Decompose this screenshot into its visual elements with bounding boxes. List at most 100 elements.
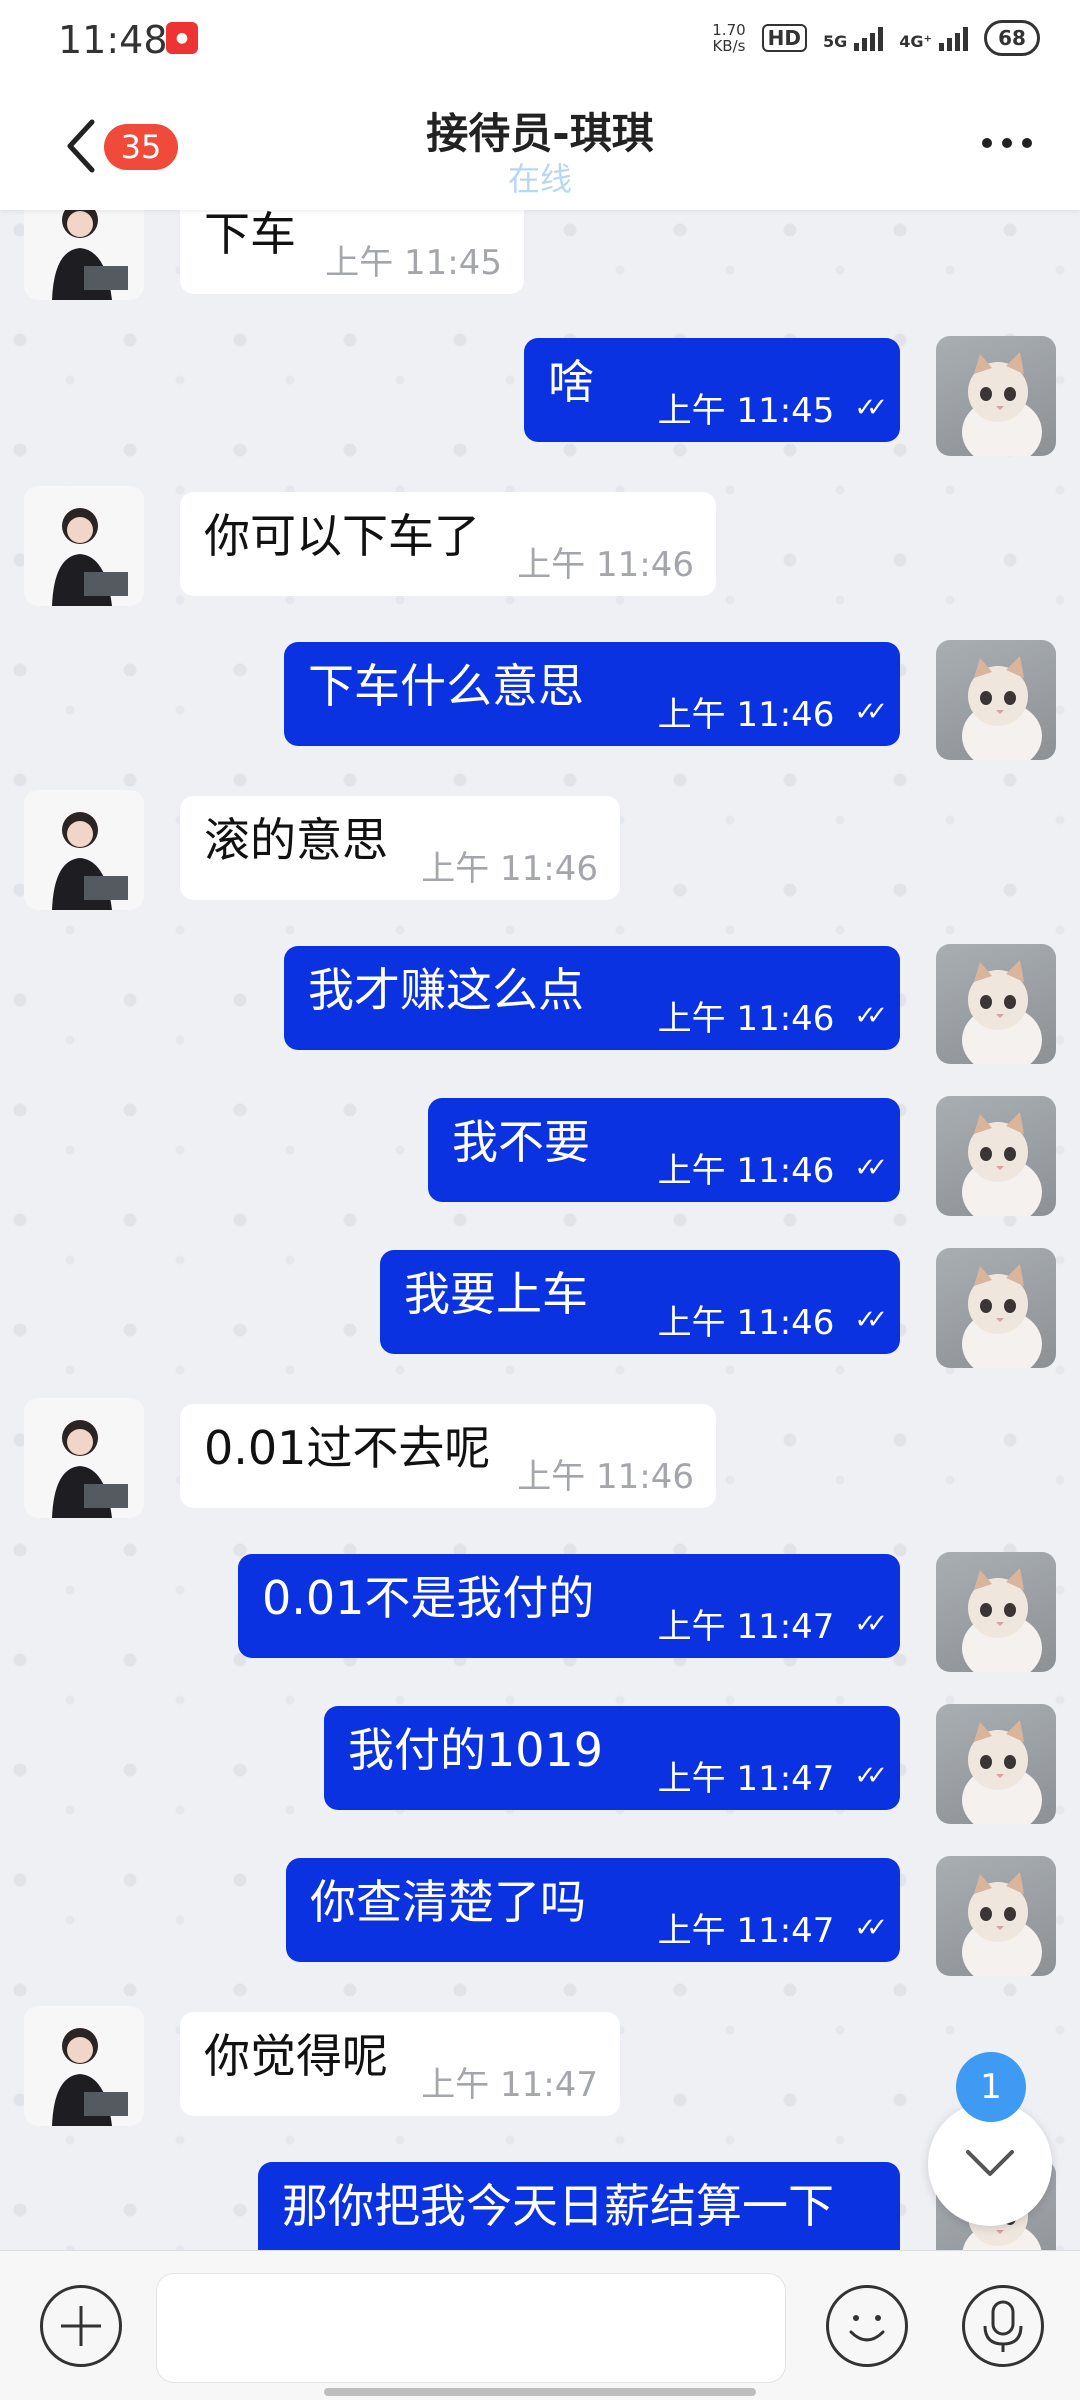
incoming-message[interactable]: 下车 上午 11:45 (180, 210, 524, 294)
my-avatar[interactable] (936, 1248, 1056, 1368)
message-time: 上午 11:47 (657, 1607, 835, 1647)
emoji-button[interactable] (826, 2285, 908, 2367)
read-ticks-icon: ✓✓ (854, 696, 887, 727)
more-options-button[interactable] (982, 138, 1032, 148)
agent-avatar[interactable] (24, 210, 144, 300)
signal-4g-label: 4G⁺ (899, 32, 932, 51)
online-status: 在线 (507, 160, 572, 198)
person-icon (52, 508, 128, 606)
my-avatar[interactable] (936, 1552, 1056, 1672)
message-text: 那你把我今天日薪结算一下 (282, 2179, 834, 2233)
message-time: 上午 11:47 (657, 1759, 835, 1799)
read-ticks-icon: ✓✓ (854, 392, 887, 423)
my-avatar[interactable] (936, 336, 1056, 456)
message-time: 上午 11:45 (657, 391, 835, 431)
hd-icon: HD (761, 24, 808, 52)
incoming-message[interactable]: 0.01过不去呢 上午 11:46 (180, 1404, 716, 1508)
cat-icon (962, 352, 1042, 456)
microphone-icon (983, 2300, 1023, 2352)
agent-avatar[interactable] (24, 790, 144, 910)
message-text: 你可以下车了 (204, 509, 480, 563)
message-time: 上午 11:46 (657, 999, 835, 1039)
net-speed-value: 1.70 (712, 21, 746, 39)
net-speed: 1.70 KB/s (712, 22, 745, 54)
read-ticks-icon: ✓✓ (854, 1000, 887, 1031)
cat-icon (962, 1112, 1042, 1216)
message-text: 我不要 (452, 1115, 590, 1169)
cat-icon (962, 1872, 1042, 1976)
dot-icon (1022, 138, 1032, 148)
my-avatar[interactable] (936, 640, 1056, 760)
new-message-count-badge[interactable]: 1 (956, 2052, 1026, 2122)
status-icons: 1.70 KB/s HD 5G 4G⁺ 68 (712, 20, 1040, 56)
read-ticks-icon: ✓✓ (854, 1608, 887, 1639)
message-text: 啥 (548, 355, 594, 409)
message-time: 上午 11:47 (421, 2065, 598, 2105)
my-avatar[interactable] (936, 944, 1056, 1064)
my-avatar[interactable] (936, 1096, 1056, 1216)
agent-avatar[interactable] (24, 1398, 144, 1518)
message-time: 上午 11:46 (517, 1457, 694, 1497)
status-time: 11:48 (58, 18, 168, 62)
cat-icon (962, 1720, 1042, 1824)
message-text: 下车什么意思 (308, 659, 584, 713)
my-avatar[interactable] (936, 1704, 1056, 1824)
message-text: 我付的1019 (348, 1723, 604, 1777)
message-input[interactable] (156, 2273, 786, 2383)
my-avatar[interactable] (936, 1856, 1056, 1976)
message-text: 下车 (204, 210, 296, 261)
read-ticks-icon: ✓✓ (854, 1152, 887, 1183)
read-ticks-icon: ✓✓ (854, 1912, 887, 1943)
person-icon (52, 812, 128, 910)
outgoing-message[interactable]: 我要上车 上午 11:46 ✓✓ (380, 1250, 900, 1354)
signal-5g-label: 5G (823, 32, 848, 51)
message-text: 你查清楚了吗 (310, 1875, 586, 1929)
signal-5g-icon: 5G (823, 25, 884, 51)
add-attachment-button[interactable] (40, 2285, 122, 2367)
outgoing-message[interactable]: 我付的1019 上午 11:47 ✓✓ (324, 1706, 900, 1810)
cat-icon (962, 656, 1042, 760)
message-time: 上午 11:46 (657, 1151, 835, 1191)
message-list[interactable]: 下车 上午 11:45 啥 上午 11:45 ✓✓ 你可以下车了 上午 11:46… (0, 210, 1080, 2250)
message-text: 我要上车 (404, 1267, 588, 1321)
cat-icon (962, 1264, 1042, 1368)
read-ticks-icon: ✓✓ (854, 1304, 887, 1335)
incoming-message[interactable]: 你觉得呢 上午 11:47 (180, 2012, 620, 2116)
dot-icon (982, 138, 992, 148)
outgoing-message[interactable]: 我才赚这么点 上午 11:46 ✓✓ (284, 946, 900, 1050)
voice-button[interactable] (962, 2285, 1044, 2367)
incoming-message[interactable]: 你可以下车了 上午 11:46 (180, 492, 716, 596)
outgoing-message[interactable]: 那你把我今天日薪结算一下 (258, 2162, 900, 2250)
outgoing-message[interactable]: 你查清楚了吗 上午 11:47 ✓✓ (286, 1858, 900, 1962)
message-text: 0.01过不去呢 (204, 1421, 491, 1475)
outgoing-message[interactable]: 我不要 上午 11:46 ✓✓ (428, 1098, 900, 1202)
message-text: 滚的意思 (204, 813, 388, 867)
outgoing-message[interactable]: 啥 上午 11:45 ✓✓ (524, 338, 900, 442)
message-time: 上午 11:45 (325, 243, 502, 283)
home-indicator (324, 2388, 756, 2396)
agent-avatar[interactable] (24, 486, 144, 606)
outgoing-message[interactable]: 下车什么意思 上午 11:46 ✓✓ (284, 642, 900, 746)
person-icon (52, 210, 128, 300)
chat-header: 35 接待员-琪琪 在线 (0, 80, 1080, 210)
incoming-message[interactable]: 滚的意思 上午 11:46 (180, 796, 620, 900)
outgoing-message[interactable]: 0.01不是我付的 上午 11:47 ✓✓ (238, 1554, 900, 1658)
net-speed-unit: KB/s (712, 37, 746, 55)
signal-4g-icon: 4G⁺ (899, 25, 968, 51)
smiley-icon (849, 2315, 885, 2342)
chevron-down-icon (966, 2150, 1014, 2176)
message-time: 上午 11:46 (421, 849, 598, 889)
input-bar (0, 2250, 1080, 2400)
message-text: 0.01不是我付的 (262, 1571, 595, 1625)
message-time: 上午 11:46 (657, 1303, 835, 1343)
message-text: 你觉得呢 (204, 2029, 388, 2083)
dot-icon (1002, 138, 1012, 148)
notification-app-icon: ● (166, 22, 198, 54)
person-icon (52, 1420, 128, 1518)
agent-avatar[interactable] (24, 2006, 144, 2126)
person-icon (52, 2028, 128, 2126)
chat-title: 接待员-琪琪 (426, 109, 654, 158)
read-ticks-icon: ✓✓ (854, 1760, 887, 1791)
message-time: 上午 11:46 (657, 695, 835, 735)
cat-icon (962, 1568, 1042, 1672)
